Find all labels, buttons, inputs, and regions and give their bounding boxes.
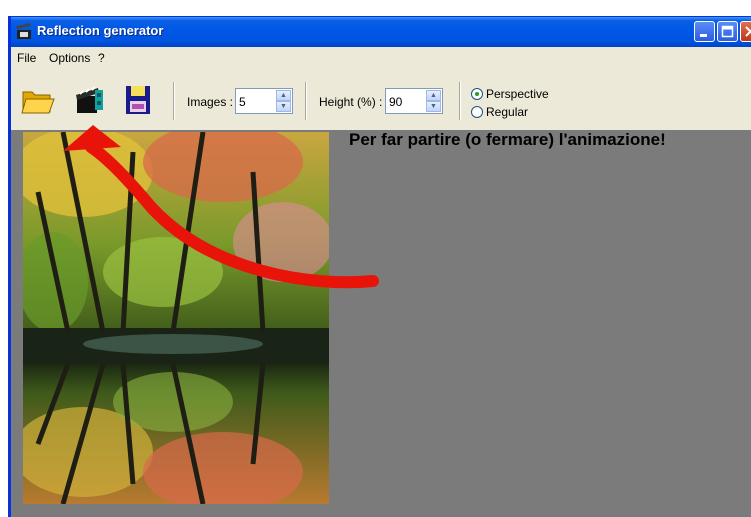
app-window: Reflection generator File Options ? Imag…	[8, 16, 751, 517]
annotation-text: Per far partire (o fermare) l'animazione…	[349, 130, 666, 149]
red-arrow-annotation	[63, 125, 379, 289]
